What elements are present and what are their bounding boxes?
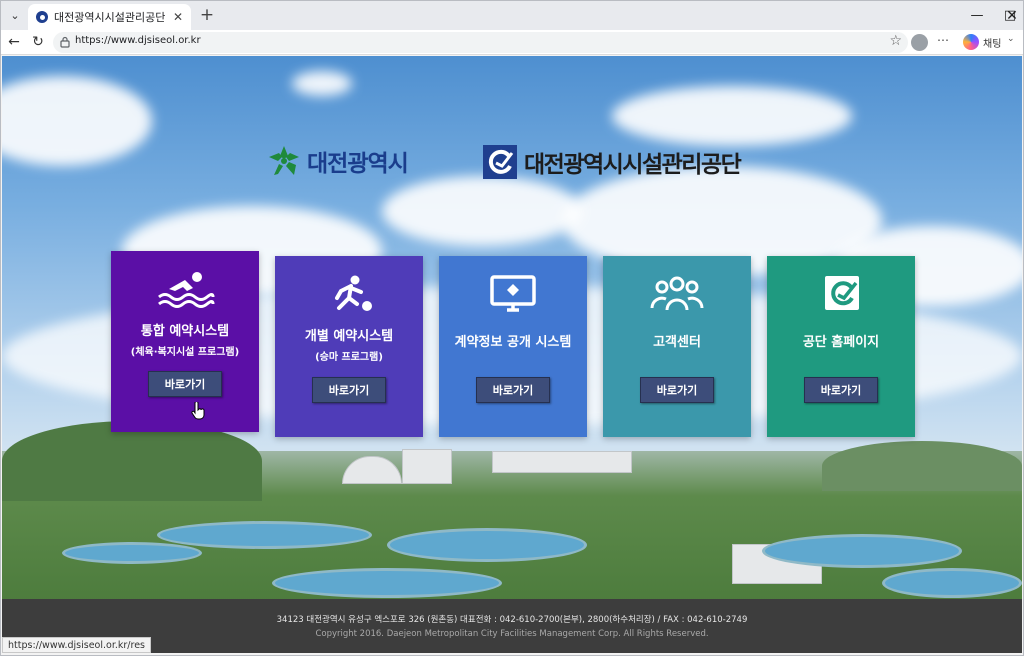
water-tank: [882, 568, 1022, 598]
web-page: 대전광역시 대전광역시시설관리공단 통합 예약시스템 (체육·복지시설 프로그램…: [2, 56, 1022, 653]
tab-title: 대전광역시시설관리공단: [54, 11, 166, 24]
go-button[interactable]: 바로가기: [148, 371, 222, 397]
go-button[interactable]: 바로가기: [640, 377, 714, 403]
corp-logo-text: 대전광역시시설관리공단: [524, 152, 742, 178]
site-footer: 34123 대전광역시 유성구 엑스포로 326 (원촌동) 대표전화 : 04…: [2, 599, 1022, 653]
city-emblem-icon: [269, 146, 299, 175]
tree-hill: [822, 441, 1022, 491]
cloud: [612, 86, 852, 146]
go-button[interactable]: 바로가기: [312, 377, 386, 403]
corp-logo: 대전광역시시설관리공단: [482, 144, 742, 180]
chat-dropdown-chevron-icon[interactable]: ⌄: [1007, 34, 1015, 44]
card-title: 고객센터: [653, 335, 701, 350]
card-corp-homepage[interactable]: 공단 홈페이지 바로가기: [767, 256, 915, 437]
copilot-icon[interactable]: [963, 34, 979, 50]
card-integrated-reservation[interactable]: 통합 예약시스템 (체육·복지시설 프로그램) 바로가기: [111, 251, 259, 432]
daejeon-city-logo: 대전광역시: [267, 144, 409, 178]
swimmer-icon: [158, 272, 215, 308]
card-subtitle: (체육·복지시설 프로그램): [130, 347, 240, 358]
new-tab-plus-icon[interactable]: +: [197, 5, 217, 25]
address-bar[interactable]: https://www.djsiseol.or.kr ☆: [53, 32, 908, 53]
cloud: [382, 176, 582, 246]
go-button[interactable]: 바로가기: [804, 377, 878, 403]
runner-icon: [335, 275, 372, 311]
card-title: 개별 예약시스템: [304, 329, 394, 344]
browser-toolbar: ← ↻ https://www.djsiseol.or.kr ☆ ⋯ 채팅 ⌄: [1, 30, 1023, 55]
water-tank: [62, 542, 202, 564]
card-subtitle: (승마 프로그램): [315, 352, 383, 363]
card-contract-info[interactable]: 계약정보 공개 시스템 바로가기: [439, 256, 587, 437]
water-tank: [272, 568, 502, 598]
reload-icon[interactable]: ↻: [27, 32, 49, 52]
building: [492, 451, 632, 473]
corp-emblem-icon: [483, 145, 517, 179]
city-logo-text: 대전광역시: [307, 151, 409, 177]
people-icon: [650, 276, 704, 311]
browser-tab[interactable]: 대전광역시시설관리공단 ✕: [28, 4, 191, 30]
browser-window: ⌄ 대전광역시시설관리공단 ✕ + — □ ✕ ← ↻ https://www.…: [0, 0, 1024, 656]
cloud: [292, 71, 352, 96]
more-menu-icon[interactable]: ⋯: [937, 33, 950, 47]
footer-address: 34123 대전광역시 유성구 엑스포로 326 (원촌동) 대표전화 : 04…: [276, 615, 748, 625]
close-tab-icon[interactable]: ✕: [170, 9, 186, 25]
back-arrow-icon[interactable]: ←: [3, 32, 25, 52]
footer-copyright: Copyright 2016. Daejeon Metropolitan Cit…: [315, 629, 709, 639]
close-window-icon[interactable]: ✕: [1001, 1, 1023, 30]
favorite-star-icon[interactable]: ☆: [889, 33, 902, 49]
monitor-icon: [490, 275, 536, 312]
card-individual-reservation[interactable]: 개별 예약시스템 (승마 프로그램) 바로가기: [275, 256, 423, 437]
tree-hill: [2, 421, 262, 501]
site-favicon-icon: [36, 11, 48, 23]
card-title: 공단 홈페이지: [802, 335, 880, 350]
status-bar-url: https://www.djsiseol.or.kr/res: [2, 637, 151, 653]
card-customer-center[interactable]: 고객센터 바로가기: [603, 256, 751, 437]
card-title: 통합 예약시스템: [140, 324, 230, 339]
tab-list-chevron-icon[interactable]: ⌄: [5, 5, 25, 25]
lock-icon: [60, 36, 70, 48]
card-title: 계약정보 공개 시스템: [454, 335, 572, 350]
url-text: https://www.djsiseol.or.kr: [75, 35, 201, 46]
tab-bar: ⌄ 대전광역시시설관리공단 ✕ + — □: [1, 1, 1023, 30]
water-tank: [157, 521, 372, 549]
chat-label[interactable]: 채팅: [983, 35, 1001, 50]
hand-cursor-icon: [191, 402, 205, 420]
building: [402, 449, 452, 484]
profile-avatar[interactable]: [911, 34, 928, 51]
water-tank: [387, 528, 587, 562]
corp-logo-icon: [825, 276, 859, 310]
go-button[interactable]: 바로가기: [476, 377, 550, 403]
water-tank: [762, 534, 962, 568]
minimize-icon[interactable]: —: [957, 1, 997, 30]
